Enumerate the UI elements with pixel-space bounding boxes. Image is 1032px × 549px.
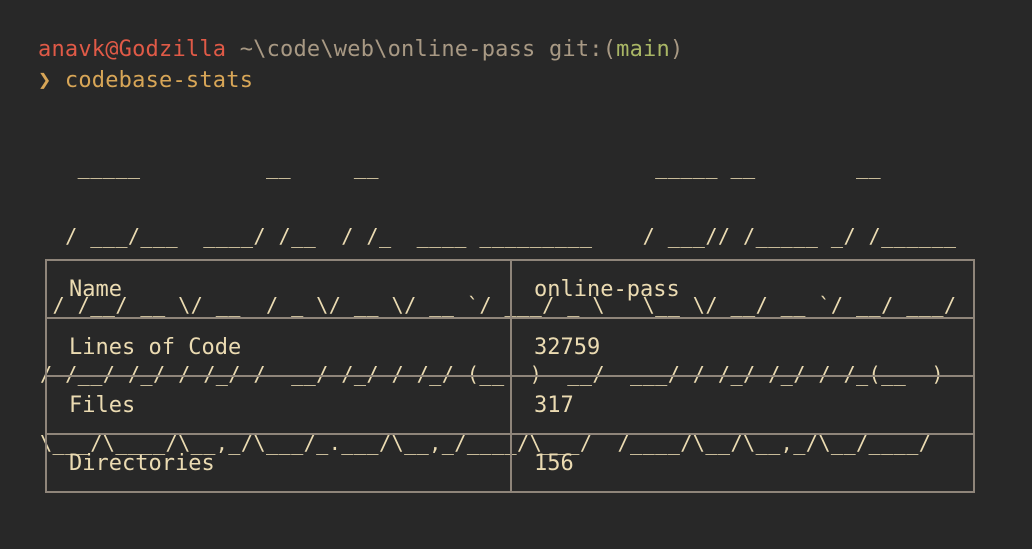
stats-table: Name online-pass Lines of Code 32759 Fil… (45, 259, 975, 493)
table-row: Name online-pass (45, 259, 975, 319)
stat-key: Lines of Code (45, 317, 512, 377)
git-label: git: (548, 37, 603, 62)
git-branch: main (616, 37, 670, 62)
prompt-line: anavk@Godzilla ~\code\web\online-pass gi… (38, 34, 998, 65)
table-row: Files 317 (45, 375, 975, 435)
stat-value: 317 (510, 375, 975, 435)
git-open-paren: ( (602, 37, 617, 62)
command-text: codebase-stats (64, 68, 254, 93)
stat-key: Directories (45, 433, 512, 493)
stat-value: online-pass (510, 259, 975, 319)
ascii-banner-line: _____ __ __ _____ __ __ (40, 155, 957, 179)
user-host: anavk@Godzilla (38, 37, 227, 62)
stat-key: Name (45, 259, 512, 319)
stat-value: 32759 (510, 317, 975, 377)
command-line: ❯ codebase-stats (38, 65, 998, 96)
table-row: Directories 156 (45, 433, 975, 493)
ascii-banner-line: / ___/___ ____/ /__ / /_ ____ _________ … (40, 224, 957, 248)
stat-key: Files (45, 375, 512, 435)
prompt-chevron-icon: ❯ (38, 68, 52, 93)
table-row: Lines of Code 32759 (45, 317, 975, 377)
stat-value: 156 (510, 433, 975, 493)
git-close-paren: ) (669, 37, 684, 62)
current-path: ~\code\web\online-pass (239, 37, 536, 62)
